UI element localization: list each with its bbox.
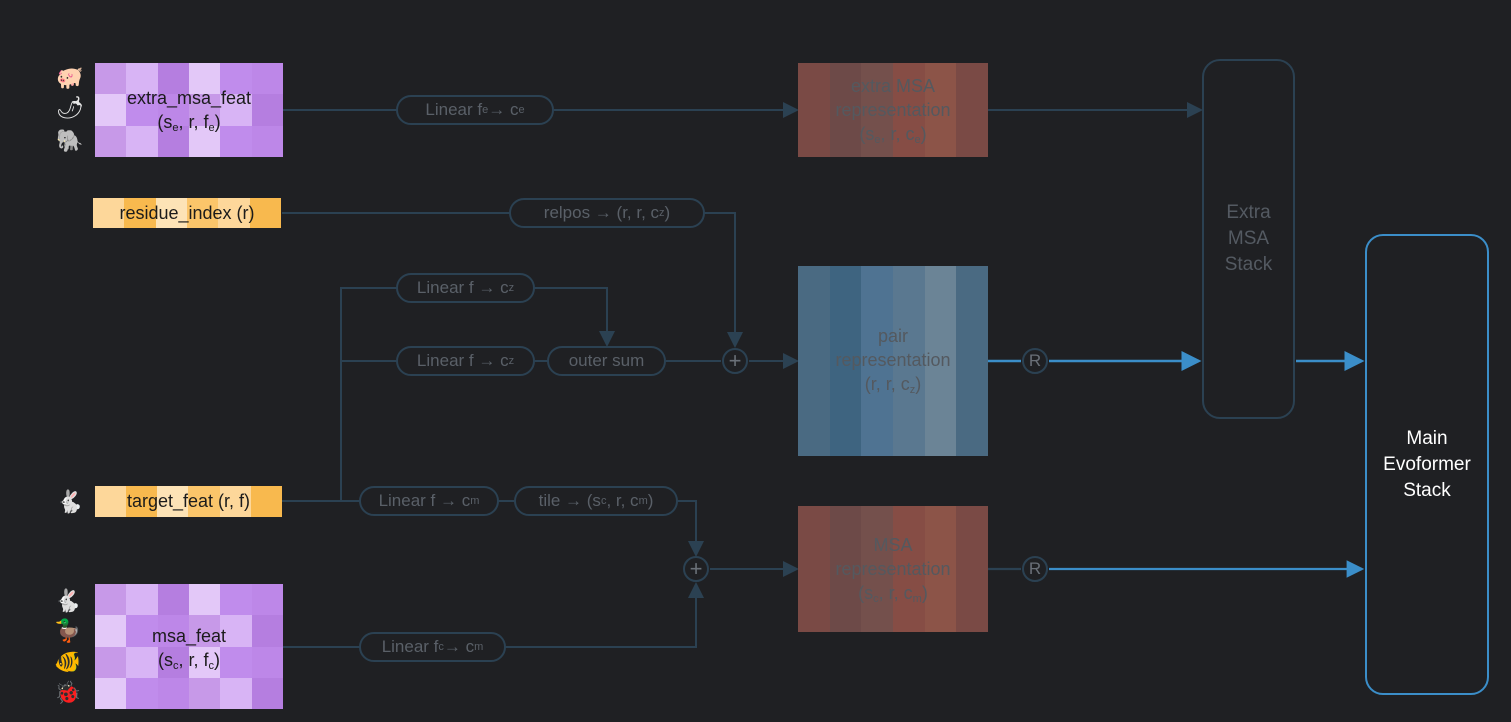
rabbit-icon: 🐇 — [54, 588, 82, 613]
grid-cell — [956, 266, 988, 298]
target-branch-vertical — [340, 287, 398, 501]
pair-representation-label: pair representation (r, r, cz) — [835, 326, 951, 396]
msa-sum-node: + — [683, 556, 709, 582]
grid-cell — [798, 266, 830, 298]
pig-icon: 🐖 — [56, 65, 84, 90]
grid-cell — [798, 424, 830, 456]
grid-cell — [829, 266, 862, 298]
alphafold-input-embedding-diagram: 🐖 🌶 🐘 extra_msa_feat (se, r, fe) residue… — [0, 0, 1511, 722]
grid-cell — [892, 424, 925, 456]
relpos-pill: relpos → (r, r, c z) — [509, 198, 705, 228]
grid-cell — [251, 584, 283, 616]
grid-cell — [924, 424, 957, 456]
duck-icon: 🦆 — [54, 618, 82, 643]
grid-cell — [95, 677, 127, 709]
residue-index-label: residue_index (r) — [119, 202, 255, 223]
grid-cell — [861, 424, 893, 456]
grid-cell — [861, 266, 893, 298]
msa-representation-label: MSA representation (sc, r, cm) — [835, 535, 951, 605]
outer-sum-pill: outer sum — [547, 346, 666, 376]
linear-cz-pill-top: Linear f → cz — [396, 273, 535, 303]
grid-cell — [126, 584, 158, 616]
grid-cell — [157, 584, 189, 616]
grid-cell — [892, 266, 925, 298]
arrow-linear-cz1-to-outer — [534, 287, 615, 347]
fish-icon: 🐠 — [54, 649, 82, 674]
msa-feat-dims: (sc, r, fc) — [157, 650, 220, 672]
msa-recycle-node: R — [1022, 556, 1048, 582]
extra-msa-stack-block: Extra MSA Stack — [1202, 59, 1295, 419]
grid-cell — [157, 677, 189, 709]
grid-cell — [924, 266, 957, 298]
arrow-tile-to-plus — [677, 500, 704, 557]
msa-feat-name: msa_feat — [151, 626, 227, 646]
extra-msa-representation-label: extra MSA representation (se, r, ce) — [835, 76, 951, 146]
grid-cell — [251, 677, 283, 709]
pepper-icon: 🌶 — [56, 95, 84, 120]
grid-cell — [189, 677, 221, 709]
arrow-relpos-to-plus — [704, 212, 743, 348]
rabbit-icon: 🐇 — [56, 489, 84, 514]
grid-cell — [220, 677, 252, 709]
pair-recycle-node: R — [1022, 348, 1048, 374]
bug-icon: 🐞 — [54, 680, 82, 705]
grid-cell — [829, 424, 862, 456]
linear-cm-pill: Linear f → cm — [359, 486, 499, 516]
extra-msa-feat-label: extra_msa_feat (se, r, fe) — [95, 82, 283, 138]
pair-sum-node: + — [722, 348, 748, 374]
grid-cell — [126, 677, 158, 709]
linear-fc-pill: Linear fc → cm — [359, 632, 506, 662]
linear-cz-pill-middle: Linear f → cz — [396, 346, 535, 376]
grid-cell — [956, 424, 988, 456]
msa-feat-label: msa_feat (sc, r, fc) — [95, 620, 283, 676]
target-feat-label: target_feat (r, f) — [126, 491, 251, 511]
extra-msa-feat-name: extra_msa_feat — [126, 88, 252, 108]
main-evoformer-stack-block: Main Evoformer Stack — [1365, 234, 1489, 695]
extra-msa-feat-dims: (se, r, fe) — [157, 112, 221, 134]
linear-fe-pill: Linear fe → ce — [396, 95, 554, 125]
grid-cell — [220, 584, 252, 616]
grid-cell — [189, 584, 221, 616]
arrow-linear-fc-to-plus — [505, 582, 704, 648]
grid-cell — [95, 584, 127, 616]
tile-pill: tile → (s c, r, c m) — [514, 486, 678, 516]
elephant-icon: 🐘 — [56, 128, 84, 153]
